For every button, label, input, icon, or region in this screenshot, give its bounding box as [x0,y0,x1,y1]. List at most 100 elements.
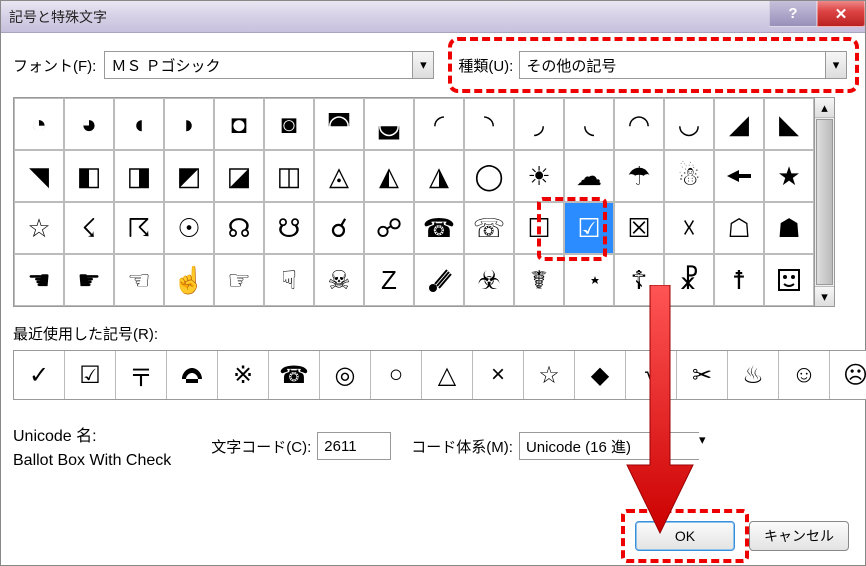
char-cell[interactable]: ☇ [64,202,114,254]
char-cell[interactable]: ☏ [464,202,514,254]
scroll-up[interactable]: ▴ [815,98,834,118]
recent-cell[interactable]: ○ [371,351,422,399]
char-cell[interactable]: ◙ [264,98,314,150]
char-cell[interactable]: ☣ [464,254,514,306]
font-combo-input[interactable] [104,51,412,79]
char-cell[interactable]: ☒ [614,202,664,254]
char-cell[interactable]: ☞ [214,254,264,306]
char-cell[interactable]: ◛ [364,98,414,150]
char-cell[interactable]: ☟ [264,254,314,306]
recent-cell[interactable]: ✓ [14,351,65,399]
char-cell[interactable]: ◡ [664,98,714,150]
ok-button[interactable]: OK [635,521,735,551]
code-system-combo-input[interactable] [519,432,699,460]
char-cell[interactable]: ◣ [764,98,814,150]
char-cell[interactable]: ◪ [214,150,264,202]
char-cell[interactable]: ☠ [314,254,364,306]
recent-cell[interactable]: 〒 [116,351,167,399]
char-cell[interactable]: ◧ [64,150,114,202]
char-cell[interactable]: ☦ [614,254,664,306]
category-combo-dropdown[interactable]: ▾ [825,51,847,79]
char-cell[interactable]: ☁ [564,150,614,202]
char-cell[interactable]: ◥ [14,150,64,202]
char-cell[interactable]: ☧ [664,254,714,306]
char-cell[interactable]: ☖ [714,202,764,254]
char-cell[interactable] [764,254,814,306]
glyph: ☣ [477,265,500,296]
char-cell[interactable]: ☆ [14,202,64,254]
glyph: ☑ [577,213,600,244]
titlebar: 記号と特殊文字 ? ✕ [1,1,865,33]
char-cell[interactable] [564,254,614,306]
char-cell[interactable]: Z [364,254,414,306]
recent-cell[interactable]: √ [626,351,677,399]
char-cell[interactable]: ☃ [664,150,714,202]
recent-cell[interactable]: ✂ [677,351,728,399]
char-cell[interactable]: ◞ [514,98,564,150]
char-cell[interactable]: ◠ [614,98,664,150]
char-cell[interactable]: ◟ [564,98,614,150]
char-cell[interactable]: ★ [764,150,814,202]
code-system-dropdown[interactable]: ▾ [699,432,706,460]
recent-cell[interactable] [167,351,218,399]
char-cell[interactable]: ☜ [114,254,164,306]
char-cell[interactable]: ☌ [314,202,364,254]
char-cell[interactable]: ◘ [214,98,264,150]
recent-cell[interactable]: ☹ [830,351,866,399]
char-cell[interactable]: ☤ [514,254,564,306]
recent-cell[interactable]: ☎ [269,351,320,399]
close-button[interactable]: ✕ [817,1,865,27]
char-cell[interactable]: ☊ [214,202,264,254]
char-cell[interactable]: ☛ [64,254,114,306]
scroll-thumb[interactable] [816,119,833,285]
recent-cell[interactable]: ※ [218,351,269,399]
char-cell[interactable]: ◚ [314,98,364,150]
char-cell[interactable]: ◖ [114,98,164,150]
char-cell[interactable]: ☗ [764,202,814,254]
recent-cell[interactable]: ☑ [65,351,116,399]
scroll-down[interactable]: ▾ [815,286,834,306]
cancel-button[interactable]: キャンセル [749,521,849,551]
grid-scrollbar[interactable]: ▴ ▾ [815,97,835,307]
char-cell[interactable]: ☎ [414,202,464,254]
category-combo-input[interactable] [519,51,825,79]
char-cell[interactable]: ◗ [164,98,214,150]
char-cell[interactable]: ◮ [414,150,464,202]
recent-cell[interactable]: ◆ [575,351,626,399]
char-cell[interactable] [714,150,764,202]
char-cell[interactable]: ◩ [164,150,214,202]
char-cell[interactable]: ◬ [314,150,364,202]
char-cell[interactable]: ☑ [564,202,614,254]
char-cell[interactable]: ☝ [164,254,214,306]
help-button[interactable]: ? [769,1,817,27]
char-cell[interactable]: ☚ [14,254,64,306]
font-combo-dropdown[interactable]: ▾ [412,51,434,79]
char-cell[interactable]: ☉ [164,202,214,254]
char-cell[interactable]: ◨ [114,150,164,202]
char-cell[interactable]: ☍ [364,202,414,254]
recent-cell[interactable]: ☆ [524,351,575,399]
char-cell[interactable]: ◢ [714,98,764,150]
char-cell[interactable]: ◯ [464,150,514,202]
char-cell[interactable]: ◭ [364,150,414,202]
char-cell[interactable]: ◝ [464,98,514,150]
char-cell[interactable]: ☐ [514,202,564,254]
char-cell[interactable]: ☈ [114,202,164,254]
glyph: ※ [233,361,253,390]
recent-cell[interactable]: × [473,351,524,399]
char-cell[interactable]: ☓ [664,202,714,254]
recent-cell[interactable]: ☺ [779,351,830,399]
char-cell[interactable]: ◫ [264,150,314,202]
recent-cell[interactable]: ◎ [320,351,371,399]
char-cell[interactable]: ◜ [414,98,464,150]
recent-cell[interactable]: △ [422,351,473,399]
char-cell[interactable] [414,254,464,306]
char-cell[interactable]: ☋ [264,202,314,254]
char-cell[interactable]: ☀ [514,150,564,202]
recent-cell[interactable]: ♨ [728,351,779,399]
char-cell[interactable]: ◕ [64,98,114,150]
char-cell[interactable]: ☂ [614,150,664,202]
char-cell[interactable]: ☨ [714,254,764,306]
char-code-input[interactable] [317,432,391,460]
char-cell[interactable]: ◔ [14,98,64,150]
